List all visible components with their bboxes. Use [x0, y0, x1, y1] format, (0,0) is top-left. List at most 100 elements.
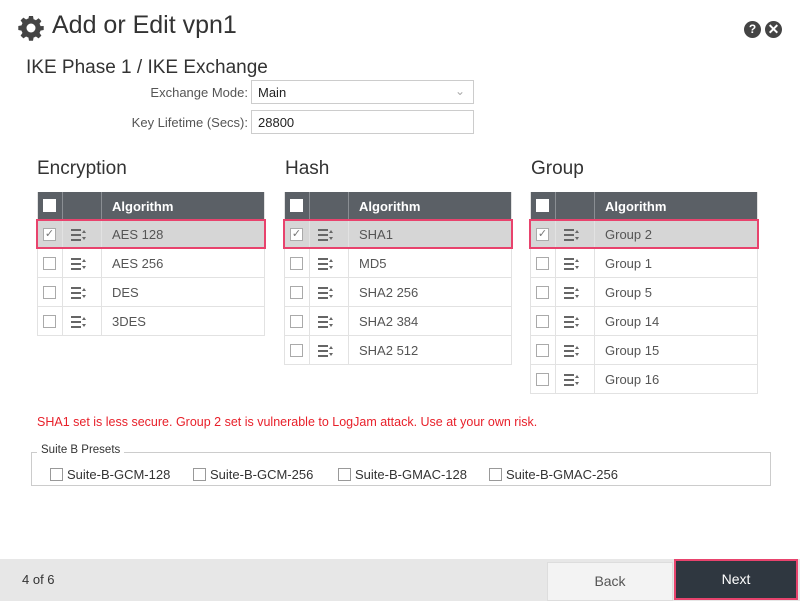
- key-lifetime-label: Key Lifetime (Secs):: [131, 115, 248, 130]
- column-divider: [348, 220, 349, 248]
- table-row[interactable]: DES: [38, 278, 264, 307]
- row-checkbox[interactable]: [290, 315, 303, 328]
- table-row[interactable]: ✓ AES 128: [36, 219, 266, 249]
- row-checkbox[interactable]: [536, 315, 549, 328]
- row-checkbox[interactable]: [290, 286, 303, 299]
- table-row[interactable]: Group 5: [531, 278, 757, 307]
- algorithm-label: AES 256: [112, 256, 164, 271]
- algorithm-label: Group 14: [605, 314, 660, 329]
- row-checkbox[interactable]: [43, 315, 56, 328]
- exchange-mode-row: Exchange Mode: Main ⌄: [0, 80, 800, 106]
- help-icon[interactable]: ?: [744, 21, 761, 38]
- column-divider: [348, 336, 349, 364]
- table-row[interactable]: AES 256: [38, 249, 264, 278]
- close-icon[interactable]: ✕: [765, 21, 782, 38]
- preset-label: Suite-B-GCM-128: [67, 467, 171, 482]
- drag-handle-icon[interactable]: [564, 344, 580, 357]
- column-divider: [594, 192, 595, 220]
- table-row[interactable]: Group 15: [531, 336, 757, 365]
- row-checkbox[interactable]: ✓: [43, 228, 56, 241]
- column-divider: [348, 192, 349, 220]
- table-row[interactable]: MD5: [285, 249, 511, 278]
- algorithm-label: Group 2: [605, 227, 652, 242]
- column-divider: [594, 336, 595, 364]
- exchange-mode-value: Main: [258, 85, 287, 100]
- next-button[interactable]: Next: [674, 559, 798, 600]
- algorithm-label: SHA2 256: [359, 285, 419, 300]
- drag-handle-icon[interactable]: [71, 257, 87, 270]
- hash-heading: Hash: [285, 158, 330, 179]
- algorithm-label: SHA2 384: [359, 314, 419, 329]
- row-checkbox[interactable]: ✓: [536, 228, 549, 241]
- table-row[interactable]: SHA2 512: [285, 336, 511, 365]
- drag-handle-icon[interactable]: [318, 315, 334, 328]
- row-checkbox[interactable]: [536, 373, 549, 386]
- drag-handle-icon[interactable]: [71, 315, 87, 328]
- row-checkbox[interactable]: [43, 286, 56, 299]
- select-all-checkbox[interactable]: [290, 199, 303, 212]
- algorithm-column-header: Algorithm: [359, 199, 421, 214]
- table-row[interactable]: Group 1: [531, 249, 757, 278]
- drag-handle-icon[interactable]: [564, 286, 580, 299]
- algorithm-label: Group 5: [605, 285, 652, 300]
- row-checkbox[interactable]: [536, 257, 549, 270]
- column-divider: [62, 307, 63, 335]
- algorithm-label: AES 128: [112, 227, 164, 242]
- preset-label: Suite-B-GMAC-128: [355, 467, 467, 482]
- column-divider: [309, 307, 310, 335]
- drag-handle-icon[interactable]: [564, 373, 580, 386]
- group-heading: Group: [531, 158, 584, 179]
- drag-handle-icon[interactable]: [564, 315, 580, 328]
- drag-handle-icon[interactable]: [71, 228, 87, 241]
- preset-checkbox[interactable]: [193, 468, 206, 481]
- row-checkbox[interactable]: [536, 286, 549, 299]
- row-checkbox[interactable]: [290, 344, 303, 357]
- drag-handle-icon[interactable]: [564, 257, 580, 270]
- algorithm-column-header: Algorithm: [112, 199, 174, 214]
- algorithm-column-header: Algorithm: [605, 199, 667, 214]
- drag-handle-icon[interactable]: [71, 286, 87, 299]
- row-checkbox[interactable]: [43, 257, 56, 270]
- table-row[interactable]: Group 16: [531, 365, 757, 394]
- column-divider: [555, 278, 556, 306]
- row-checkbox[interactable]: [290, 257, 303, 270]
- column-divider: [101, 192, 102, 220]
- back-button[interactable]: Back: [547, 562, 673, 601]
- preset-checkbox[interactable]: [489, 468, 502, 481]
- exchange-mode-select[interactable]: Main ⌄: [251, 80, 474, 104]
- table-row[interactable]: SHA2 384: [285, 307, 511, 336]
- encryption-table-header: Algorithm: [38, 192, 264, 220]
- security-warning: SHA1 set is less secure. Group 2 set is …: [37, 415, 538, 429]
- select-all-checkbox[interactable]: [43, 199, 56, 212]
- select-all-checkbox[interactable]: [536, 199, 549, 212]
- drag-handle-icon[interactable]: [564, 228, 580, 241]
- row-checkbox[interactable]: ✓: [290, 228, 303, 241]
- column-divider: [555, 249, 556, 277]
- key-lifetime-input[interactable]: 28800: [251, 110, 474, 134]
- table-row[interactable]: SHA2 256: [285, 278, 511, 307]
- algorithm-label: Group 1: [605, 256, 652, 271]
- column-divider: [62, 278, 63, 306]
- table-row[interactable]: 3DES: [38, 307, 264, 336]
- drag-handle-icon[interactable]: [318, 228, 334, 241]
- row-checkbox[interactable]: [536, 344, 549, 357]
- column-divider: [309, 192, 310, 220]
- gear-icon: [18, 16, 44, 41]
- table-row[interactable]: ✓ Group 2: [529, 219, 759, 249]
- drag-handle-icon[interactable]: [318, 344, 334, 357]
- column-divider: [594, 278, 595, 306]
- preset-label: Suite-B-GMAC-256: [506, 467, 618, 482]
- preset-checkbox[interactable]: [50, 468, 63, 481]
- table-row[interactable]: Group 14: [531, 307, 757, 336]
- drag-handle-icon[interactable]: [318, 286, 334, 299]
- exchange-mode-label: Exchange Mode:: [150, 85, 248, 100]
- preset-label: Suite-B-GCM-256: [210, 467, 314, 482]
- column-divider: [62, 192, 63, 220]
- encryption-table: Algorithm ✓ AES 128 AES 256 DES 3DES: [36, 192, 266, 336]
- section-title: IKE Phase 1 / IKE Exchange: [26, 57, 268, 78]
- column-divider: [555, 220, 556, 248]
- column-divider: [594, 307, 595, 335]
- table-row[interactable]: ✓ SHA1: [283, 219, 513, 249]
- preset-checkbox[interactable]: [338, 468, 351, 481]
- drag-handle-icon[interactable]: [318, 257, 334, 270]
